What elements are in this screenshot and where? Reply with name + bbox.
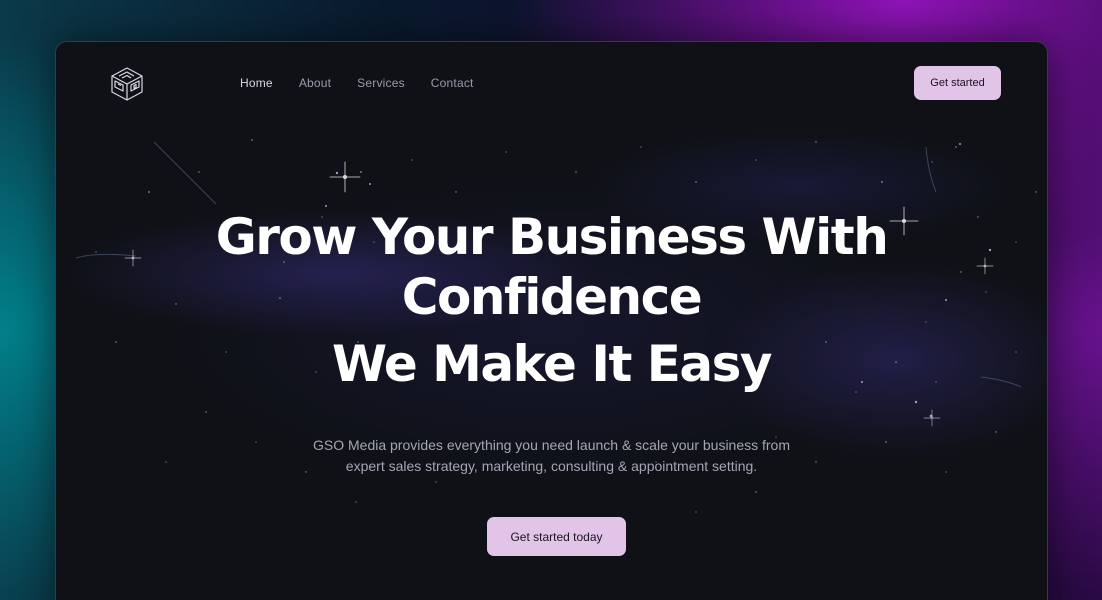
get-started-button[interactable]: Get started [914,66,1001,100]
nav-link-home[interactable]: Home [240,76,273,90]
hero-section: Grow Your Business With Confidence We Ma… [56,207,1047,477]
nav-link-contact[interactable]: Contact [431,76,474,90]
hero-subheadline: We Make It Easy [331,335,773,393]
nav-link-about[interactable]: About [299,76,331,90]
nav-link-services[interactable]: Services [357,76,405,90]
get-started-today-button[interactable]: Get started today [487,517,626,556]
browser-frame: Home About Services Contact Get started … [55,41,1048,600]
gso-cube-logo-icon[interactable] [110,66,144,102]
hero-headline: Grow Your Business With Confidence [215,208,889,326]
top-navigation: Home About Services Contact Get started [56,42,1047,124]
hero-description: GSO Media provides everything you need l… [312,437,791,474]
nav-links: Home About Services Contact [240,76,474,90]
